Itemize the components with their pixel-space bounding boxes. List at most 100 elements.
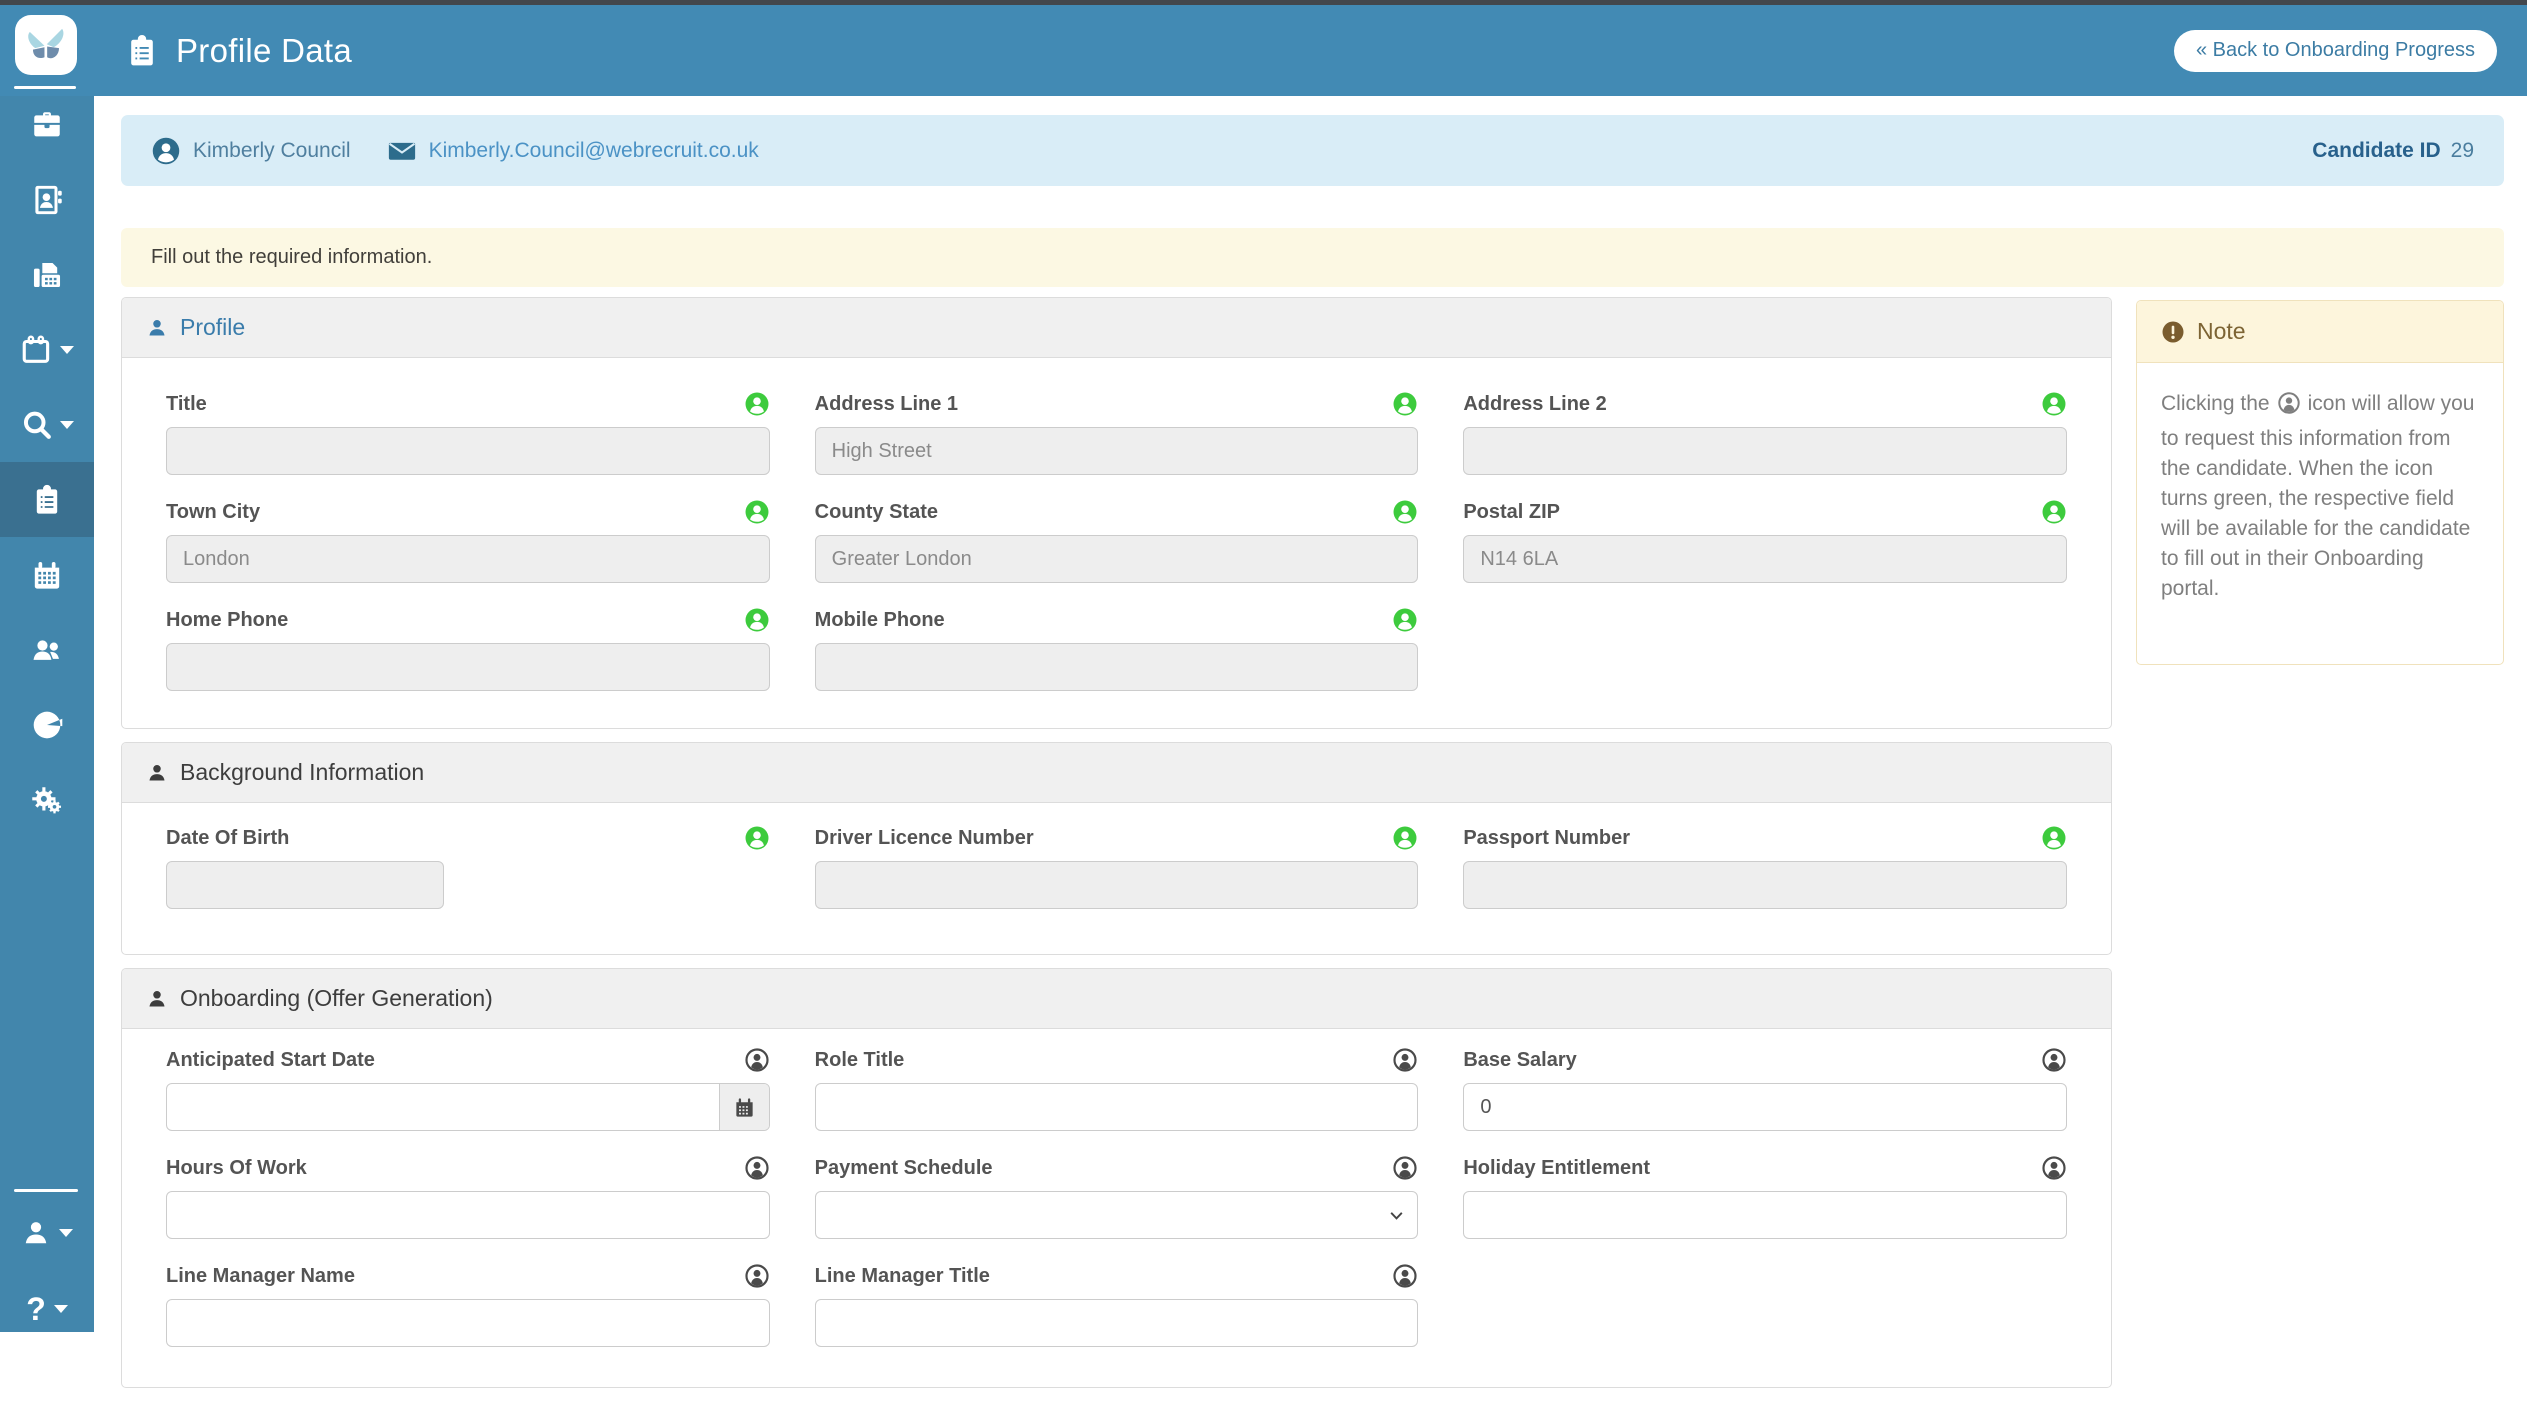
payment-schedule-select[interactable] (815, 1191, 1419, 1239)
request-field-user-icon[interactable] (744, 825, 770, 851)
sidebar: ? (0, 5, 94, 1332)
request-field-user-icon[interactable] (2041, 499, 2067, 525)
request-field-user-icon[interactable] (744, 1155, 770, 1181)
request-field-user-icon[interactable] (1392, 825, 1418, 851)
search-icon (20, 408, 54, 442)
field-input[interactable] (815, 1299, 1419, 1347)
note-text: Clicking theicon will allow you to reque… (2137, 363, 2503, 664)
field-input[interactable] (166, 1299, 770, 1347)
user-circle-icon (2277, 391, 2301, 424)
field-date-of-birth: Date Of Birth (166, 825, 770, 909)
field-county-state: County State (815, 499, 1419, 583)
sidebar-item-calendar-menu[interactable] (0, 312, 94, 387)
candidate-name: Kimberly Council (193, 139, 351, 163)
candidate-info-bar: Kimberly Council Kimberly.Council@webrec… (121, 115, 2504, 186)
profile-panel-header: Profile (122, 298, 2111, 358)
field-label: Date Of Birth (166, 827, 289, 850)
field-label: Home Phone (166, 609, 288, 632)
request-field-user-icon[interactable] (2041, 825, 2067, 851)
sidebar-item-search-menu[interactable] (0, 387, 94, 462)
request-field-user-icon[interactable] (744, 607, 770, 633)
background-panel-header: Background Information (122, 743, 2111, 803)
sidebar-item-help[interactable]: ? (0, 1281, 94, 1337)
request-field-user-icon[interactable] (744, 499, 770, 525)
sidebar-nav (0, 87, 94, 837)
field-address-line-2: Address Line 2 (1463, 391, 2067, 475)
onboarding-panel-title: Onboarding (Offer Generation) (180, 985, 493, 1012)
chevron-down-icon (59, 1229, 73, 1237)
field-input (815, 535, 1419, 583)
field-line-manager-name: Line Manager Name (166, 1263, 770, 1347)
date-picker-button[interactable] (719, 1084, 769, 1130)
sidebar-divider (14, 1189, 78, 1192)
field-anticipated-start-date: Anticipated Start Date (166, 1047, 770, 1131)
user-icon (146, 317, 168, 339)
field-base-salary: Base Salary (1463, 1047, 2067, 1131)
user-icon (146, 762, 168, 784)
field-input[interactable] (815, 1083, 1419, 1131)
sidebar-item-jobs[interactable] (0, 87, 94, 162)
request-field-user-icon[interactable] (2041, 1155, 2067, 1181)
user-circle-icon (151, 136, 181, 166)
exclamation-circle-icon (2161, 320, 2185, 344)
sidebar-item-fax[interactable] (0, 237, 94, 312)
field-label: Payment Schedule (815, 1157, 993, 1180)
page-header: Profile Data « Back to Onboarding Progre… (94, 5, 2527, 96)
profile-panel-title: Profile (180, 314, 245, 341)
field-home-phone: Home Phone (166, 607, 770, 691)
field-input[interactable] (166, 1191, 770, 1239)
request-field-user-icon[interactable] (1392, 1263, 1418, 1289)
request-field-user-icon[interactable] (744, 1047, 770, 1073)
request-field-user-icon[interactable] (1392, 1047, 1418, 1073)
onboarding-panel-header: Onboarding (Offer Generation) (122, 969, 2111, 1029)
back-to-onboarding-button[interactable]: « Back to Onboarding Progress (2174, 30, 2497, 72)
background-panel-title: Background Information (180, 759, 424, 786)
field-label: Holiday Entitlement (1463, 1157, 1650, 1180)
clipboard-icon (124, 31, 160, 71)
field-title: Title (166, 391, 770, 475)
gears-icon (30, 783, 64, 817)
request-field-user-icon[interactable] (1392, 607, 1418, 633)
field-label: Driver Licence Number (815, 827, 1034, 850)
background-panel: Background Information Date Of Birth (121, 742, 2112, 955)
request-field-user-icon[interactable] (2041, 391, 2067, 417)
field-input[interactable] (1463, 1191, 2067, 1239)
sidebar-item-contacts[interactable] (0, 162, 94, 237)
app-logo[interactable] (15, 15, 77, 75)
sidebar-item-account[interactable] (0, 1205, 94, 1261)
field-mobile-phone: Mobile Phone (815, 607, 1419, 691)
user-icon (146, 988, 168, 1010)
sidebar-item-onboarding-active[interactable] (0, 462, 94, 537)
user-icon (21, 1218, 51, 1248)
field-label: Postal ZIP (1463, 501, 1560, 524)
request-field-user-icon[interactable] (1392, 391, 1418, 417)
field-payment-schedule: Payment Schedule (815, 1155, 1419, 1239)
sidebar-item-reports[interactable] (0, 687, 94, 762)
sidebar-item-calendar[interactable] (0, 537, 94, 612)
request-field-user-icon[interactable] (1392, 499, 1418, 525)
field-input[interactable] (1463, 1083, 2067, 1131)
chevron-down-icon (60, 421, 74, 429)
request-field-user-icon[interactable] (744, 1263, 770, 1289)
request-field-user-icon[interactable] (1392, 1155, 1418, 1181)
field-holiday-entitlement: Holiday Entitlement (1463, 1155, 2067, 1239)
date-input[interactable] (166, 1083, 770, 1131)
sidebar-item-settings[interactable] (0, 762, 94, 837)
request-field-user-icon[interactable] (744, 391, 770, 417)
field-input (815, 861, 1419, 909)
field-label: County State (815, 501, 938, 524)
note-text-after: icon will allow you to request this info… (2161, 392, 2474, 600)
candidate-email-link[interactable]: Kimberly.Council@webrecruit.co.uk (429, 139, 759, 163)
top-strip (0, 0, 2527, 5)
request-field-user-icon[interactable] (2041, 1047, 2067, 1073)
question-mark-icon: ? (26, 1293, 46, 1325)
sidebar-item-users[interactable] (0, 612, 94, 687)
field-label: Hours Of Work (166, 1157, 307, 1180)
field-label: Passport Number (1463, 827, 1630, 850)
field-label: Title (166, 393, 207, 416)
field-line-manager-title: Line Manager Title (815, 1263, 1419, 1347)
note-panel-header: Note (2137, 301, 2503, 363)
field-label: Town City (166, 501, 260, 524)
calendar-icon (733, 1096, 756, 1119)
calendar-outline-icon (20, 333, 54, 367)
